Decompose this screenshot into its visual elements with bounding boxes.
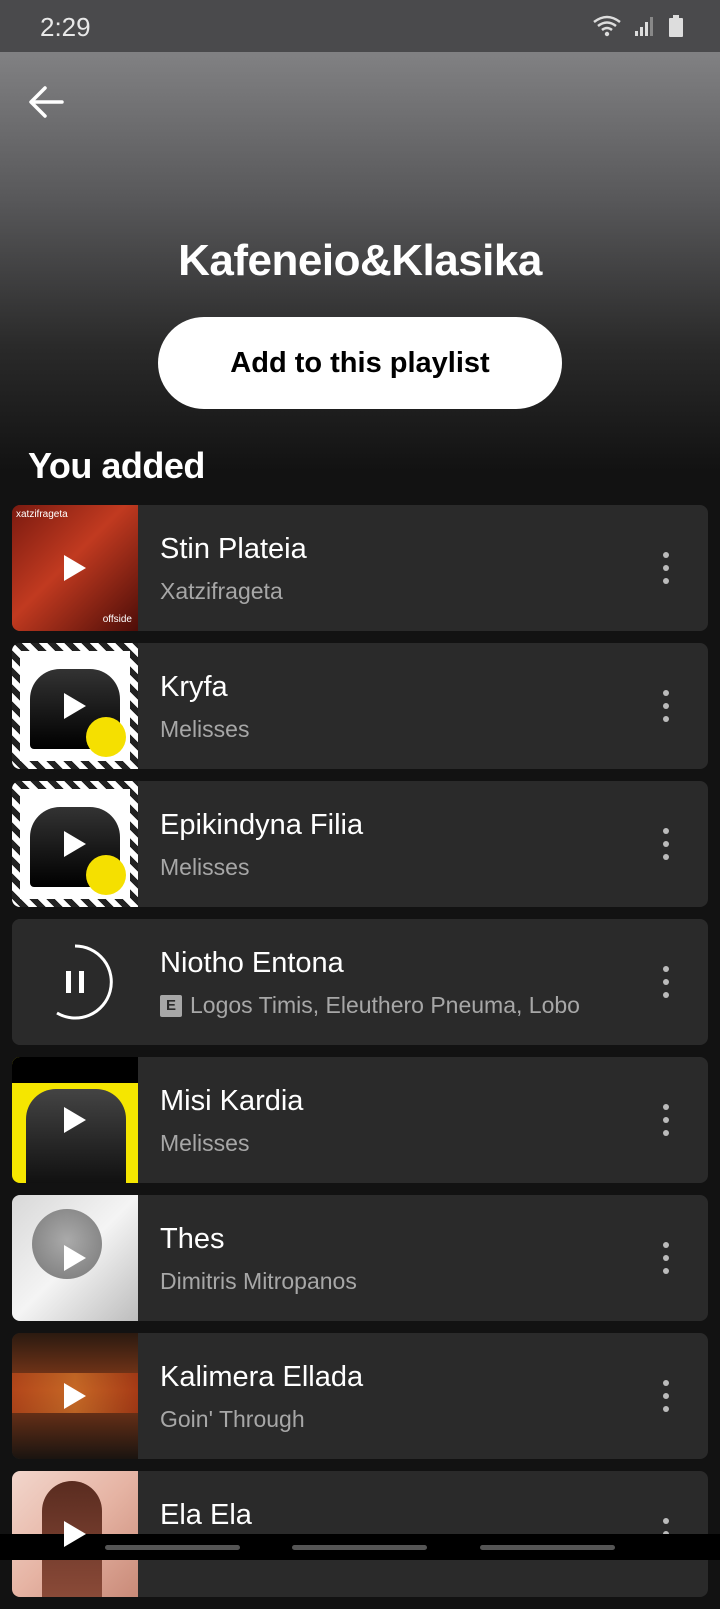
- more-vertical-icon: [663, 552, 669, 584]
- track-row[interactable]: Thes Dimitris Mitropanos: [12, 1195, 708, 1321]
- nav-back-handle[interactable]: [480, 1545, 615, 1550]
- album-art-text: offside: [102, 614, 132, 625]
- more-options-button[interactable]: [656, 689, 676, 723]
- play-icon: [64, 693, 86, 719]
- track-row[interactable]: Kryfa Melisses: [12, 643, 708, 769]
- add-to-playlist-button[interactable]: Add to this playlist: [158, 317, 562, 409]
- track-title: Niotho Entona: [160, 947, 344, 979]
- track-artist: Xatzifrageta: [160, 578, 283, 604]
- system-nav-bar: [0, 1534, 720, 1560]
- status-bar: 2:29: [0, 0, 720, 52]
- play-icon: [64, 831, 86, 857]
- more-vertical-icon: [663, 828, 669, 860]
- signal-icon: [635, 17, 653, 36]
- play-icon: [64, 1245, 86, 1271]
- album-art: [12, 781, 138, 907]
- more-vertical-icon: [663, 966, 669, 998]
- track-row[interactable]: Kalimera Ellada Goin' Through: [12, 1333, 708, 1459]
- track-title: Ela Ela: [160, 1499, 252, 1531]
- pause-circle-icon: [56, 944, 113, 1020]
- track-artist: Melisses: [160, 716, 250, 742]
- nav-recents-handle[interactable]: [105, 1545, 240, 1550]
- more-vertical-icon: [663, 1242, 669, 1274]
- more-options-button[interactable]: [656, 1379, 676, 1413]
- explicit-badge: E: [160, 994, 182, 1017]
- track-artist: Logos Timis, Eleuthero Pneuma, Lobo: [190, 992, 580, 1018]
- arrow-left-icon: [29, 86, 64, 118]
- section-title: You added: [28, 445, 205, 486]
- track-row[interactable]: xatzifrageta offside Stin Plateia Xatzif…: [12, 505, 708, 631]
- track-title: Kalimera Ellada: [160, 1361, 364, 1393]
- more-options-button[interactable]: [656, 1103, 676, 1137]
- track-list: xatzifrageta offside Stin Plateia Xatzif…: [12, 505, 708, 1609]
- more-options-button[interactable]: [656, 1241, 676, 1275]
- album-art: [12, 1057, 138, 1183]
- status-time: 2:29: [40, 12, 91, 42]
- album-art: [12, 643, 138, 769]
- wifi-icon: [593, 15, 621, 37]
- more-vertical-icon: [663, 690, 669, 722]
- play-icon: [64, 1521, 86, 1547]
- more-vertical-icon: [663, 1380, 669, 1412]
- track-title: Misi Kardia: [160, 1085, 304, 1117]
- track-artist: Melisses: [160, 854, 250, 880]
- track-title: Stin Plateia: [160, 533, 307, 565]
- more-options-button[interactable]: [656, 827, 676, 861]
- album-art: [12, 1333, 138, 1459]
- track-row-playing[interactable]: Niotho Entona E Logos Timis, Eleuthero P…: [12, 919, 708, 1045]
- playlist-title: Kafeneio&Klasika: [178, 236, 542, 285]
- album-art: xatzifrageta offside: [12, 505, 138, 631]
- play-icon: [64, 1383, 86, 1409]
- track-title: Thes: [160, 1223, 225, 1255]
- track-row[interactable]: Misi Kardia Melisses: [12, 1057, 708, 1183]
- status-icons: [592, 14, 684, 38]
- nav-home-handle[interactable]: [292, 1545, 427, 1550]
- album-art-text: xatzifrageta: [16, 509, 68, 520]
- play-icon: [64, 1107, 86, 1133]
- track-title: Kryfa: [160, 671, 228, 703]
- more-vertical-icon: [663, 1104, 669, 1136]
- album-art: [12, 1195, 138, 1321]
- back-button[interactable]: [26, 82, 66, 122]
- track-artist-row: E Logos Timis, Eleuthero Pneuma, Lobo: [160, 992, 580, 1019]
- play-icon: [64, 555, 86, 581]
- more-options-button[interactable]: [656, 965, 676, 999]
- more-options-button[interactable]: [656, 551, 676, 585]
- track-artist: Dimitris Mitropanos: [160, 1268, 357, 1294]
- track-artist: Goin' Through: [160, 1406, 305, 1432]
- now-playing-indicator[interactable]: [12, 919, 138, 1045]
- battery-icon: [669, 15, 683, 37]
- track-row[interactable]: Epikindyna Filia Melisses: [12, 781, 708, 907]
- track-artist: Melisses: [160, 1130, 250, 1156]
- track-title: Epikindyna Filia: [160, 809, 364, 841]
